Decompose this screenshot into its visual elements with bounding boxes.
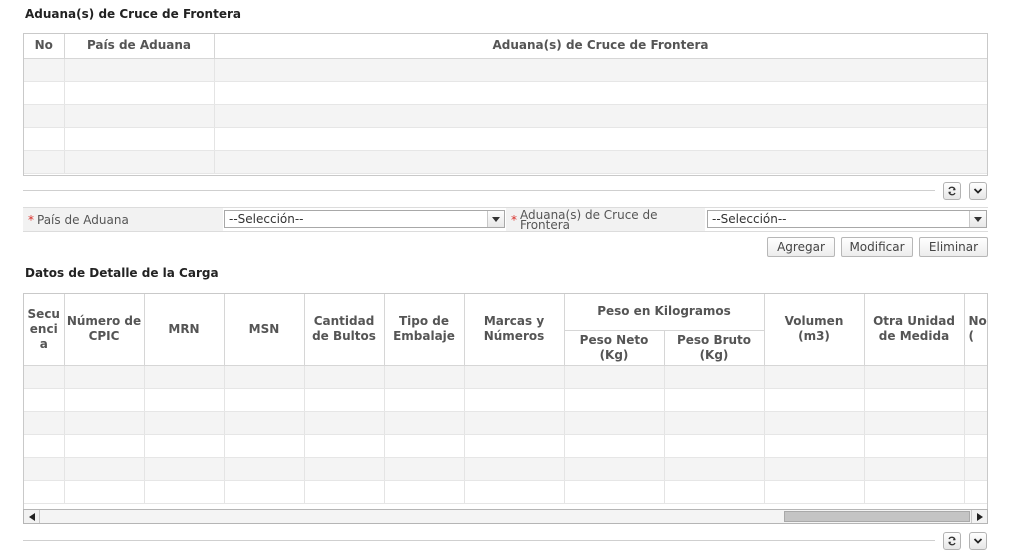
aduanas-cruce-label: * Aduana(s) de Cruce de Frontera bbox=[506, 208, 705, 231]
refresh-button[interactable] bbox=[943, 182, 961, 200]
table-row[interactable] bbox=[24, 457, 987, 481]
section-title-aduanas: Aduana(s) de Cruce de Frontera bbox=[25, 7, 241, 21]
table-row[interactable] bbox=[24, 411, 987, 435]
column-header-volumen[interactable]: Volumen (m3) bbox=[764, 294, 865, 366]
column-header-numero-cpic[interactable]: Número de CPIC bbox=[64, 294, 145, 366]
carga-grid: Secu enci a Número de CPIC MRN MSN Cantidad… bbox=[23, 293, 988, 510]
table-row[interactable] bbox=[24, 104, 987, 128]
modify-button[interactable]: Modificar bbox=[841, 237, 913, 257]
arrow-right-icon bbox=[976, 512, 983, 521]
divider bbox=[23, 190, 935, 191]
table-row[interactable] bbox=[24, 434, 987, 458]
collapse-button[interactable] bbox=[969, 182, 987, 200]
column-header-pais-aduana[interactable]: País de Aduana bbox=[64, 34, 215, 59]
table-row[interactable] bbox=[24, 365, 987, 389]
required-marker: * bbox=[28, 212, 34, 227]
required-marker: * bbox=[511, 212, 517, 227]
add-button[interactable]: Agregar bbox=[767, 237, 835, 257]
dropdown-arrow-icon bbox=[969, 211, 986, 227]
aduanas-cruce-select[interactable]: --Selección-- bbox=[707, 210, 987, 228]
refresh-button[interactable] bbox=[943, 532, 961, 550]
aduana-form-row: * País de Aduana --Selección-- * Aduana(… bbox=[23, 207, 988, 232]
dropdown-arrow-icon bbox=[487, 211, 504, 227]
column-header-mrn[interactable]: MRN bbox=[144, 294, 225, 366]
column-header-peso-neto[interactable]: Peso Neto (Kg) bbox=[564, 330, 665, 366]
delete-button[interactable]: Eliminar bbox=[919, 237, 988, 257]
section-title-detalle-carga: Datos de Detalle de la Carga bbox=[25, 266, 219, 280]
chevron-down-icon bbox=[973, 538, 983, 544]
table-row[interactable] bbox=[24, 150, 987, 174]
column-header-peso-bruto[interactable]: Peso Bruto (Kg) bbox=[664, 330, 765, 366]
column-header-aduanas[interactable]: Aduana(s) de Cruce de Frontera bbox=[214, 34, 987, 59]
horizontal-scrollbar[interactable] bbox=[23, 509, 988, 524]
column-header-partial[interactable]: No( bbox=[964, 294, 987, 366]
chevron-down-icon bbox=[973, 188, 983, 194]
collapse-button[interactable] bbox=[969, 532, 987, 550]
column-header-cantidad-bultos[interactable]: Cantidad de Bultos bbox=[304, 294, 385, 366]
scroll-left-button[interactable] bbox=[24, 510, 40, 523]
column-header-tipo-embalaje[interactable]: Tipo de Embalaje bbox=[384, 294, 465, 366]
scroll-right-button[interactable] bbox=[971, 510, 987, 523]
column-header-secuencia[interactable]: Secu enci a bbox=[24, 294, 65, 366]
table-row[interactable] bbox=[24, 388, 987, 412]
pais-aduana-select[interactable]: --Selección-- bbox=[224, 210, 505, 228]
scroll-thumb[interactable] bbox=[784, 511, 970, 522]
table-row[interactable] bbox=[24, 81, 987, 105]
pais-aduana-label: * País de Aduana bbox=[23, 208, 223, 231]
column-header-otra-unidad[interactable]: Otra Unidad de Medida bbox=[864, 294, 965, 366]
aduanas-grid: No País de Aduana Aduana(s) de Cruce de … bbox=[23, 33, 988, 176]
column-header-marcas-numeros[interactable]: Marcas y Números bbox=[464, 294, 565, 366]
table-row[interactable] bbox=[24, 480, 987, 504]
table-row[interactable] bbox=[24, 58, 987, 82]
column-header-msn[interactable]: MSN bbox=[224, 294, 305, 366]
column-header-no[interactable]: No bbox=[24, 34, 65, 59]
column-header-peso-kilogramos[interactable]: Peso en Kilogramos bbox=[564, 294, 765, 331]
refresh-icon bbox=[948, 536, 956, 546]
arrow-left-icon bbox=[28, 512, 35, 521]
divider bbox=[23, 540, 935, 541]
table-row[interactable] bbox=[24, 127, 987, 151]
refresh-icon bbox=[948, 186, 956, 196]
